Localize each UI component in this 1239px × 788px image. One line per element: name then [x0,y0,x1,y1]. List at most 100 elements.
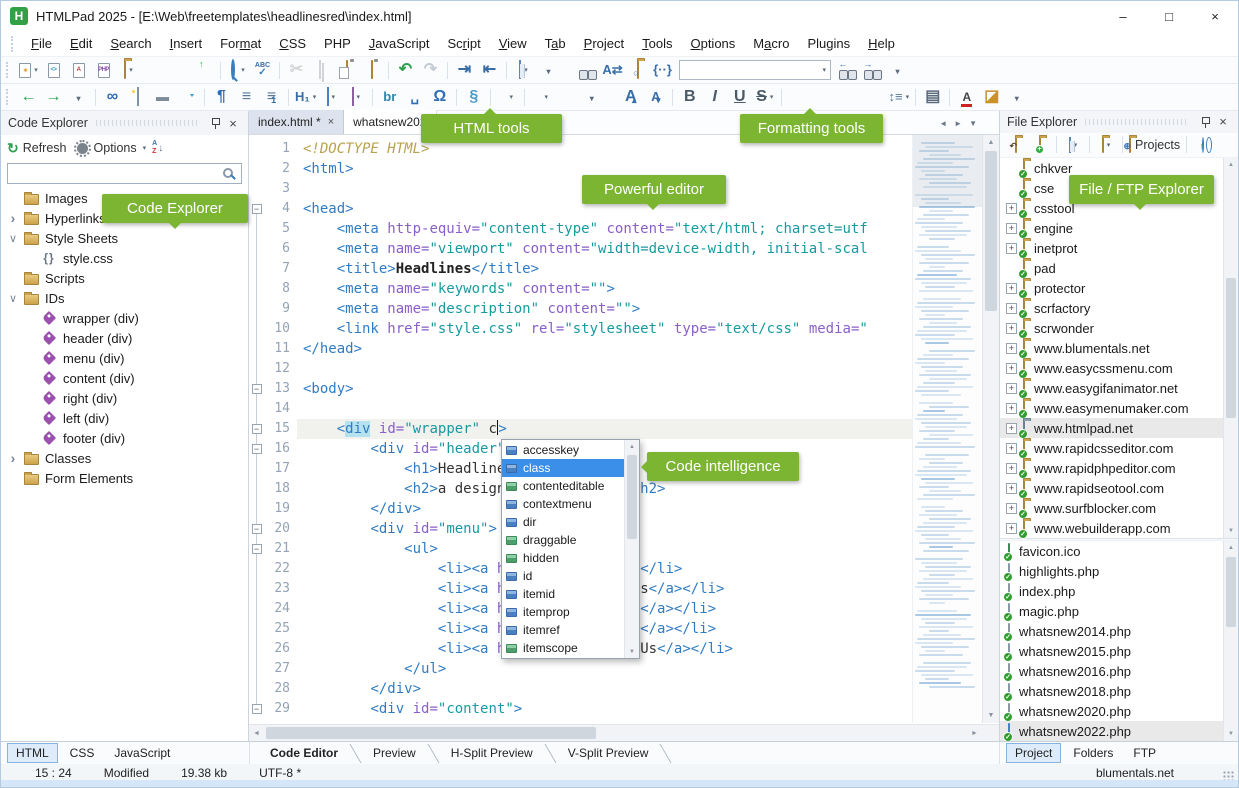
chevron-down-icon[interactable]: ∨ [5,292,21,305]
fold-column[interactable]: − [249,419,265,439]
find-in-files-button[interactable] [575,59,600,82]
font-color-button[interactable]: A [954,86,979,109]
navigate-forward-button[interactable]: → [41,86,66,109]
font-increase-button[interactable]: A▴ [618,86,643,109]
tree-item-left-div-[interactable]: left (div) [1,408,248,428]
folder-item-www.htmlpad.net[interactable]: +✓www.htmlpad.net [1000,418,1238,438]
new-html-button[interactable]: <> [41,59,66,82]
align-justify-button[interactable] [861,86,886,109]
folder-menu-button[interactable]: ▾ [1094,133,1118,156]
menu-tools[interactable]: Tools [633,33,681,54]
insert-nbsp-button[interactable]: ␣ [402,86,427,109]
tree-item-scripts[interactable]: Scripts [1,268,248,288]
file-item-whatsnew2022.php[interactable]: ✓whatsnew2022.php [1000,721,1238,741]
view-mode-button[interactable]: ▾ [1061,133,1085,156]
completion-item-itemprop[interactable]: itemprop [502,603,624,621]
refresh-button[interactable]: Refresh [23,141,67,155]
expand-plus-icon[interactable]: + [1006,483,1017,494]
folder-item-www.rapidphpeditor.com[interactable]: +✓www.rapidphpeditor.com [1000,458,1238,478]
completion-item-class[interactable]: class [502,459,624,477]
file-item-whatsnew2020.php[interactable]: ✓whatsnew2020.php [1000,701,1238,721]
redo-button[interactable]: ↷ [418,59,443,82]
fold-column[interactable]: − [249,539,265,559]
tree-item-right-div-[interactable]: right (div) [1,388,248,408]
clipboard-button[interactable] [359,59,384,82]
insert-hr-button[interactable]: ▬ [150,86,175,109]
popup-scroll-down-icon[interactable]: ▼ [625,645,639,658]
fold-collapse-icon[interactable]: − [252,444,262,454]
tree-item-ids[interactable]: ∨IDs [1,288,248,308]
view-tab-code-editor[interactable]: Code Editor [254,744,354,762]
menu-edit[interactable]: Edit [61,33,101,54]
tree-item-footer-div-[interactable]: footer (div) [1,428,248,448]
cut-button[interactable]: ✂ [284,59,309,82]
menu-format[interactable]: Format [211,33,270,54]
search-input[interactable] [13,167,222,181]
code-line[interactable]: −15 <div id="wrapper" c> [249,419,912,439]
folder-item-engine[interactable]: +✓engine [1000,218,1238,238]
code-line[interactable]: 3 [249,179,912,199]
code-line[interactable]: 6 <meta name="viewport" content="width=d… [249,239,912,259]
chevron-right-icon[interactable]: › [5,210,21,226]
tree-item-menu-div-[interactable]: menu (div) [1,348,248,368]
heading-button[interactable]: H₁▾ [293,86,318,109]
file-item-whatsnew2016.php[interactable]: ✓whatsnew2016.php [1000,661,1238,681]
code-line[interactable]: −29 <div id="content"> [249,699,912,719]
expand-plus-icon[interactable]: + [1006,243,1017,254]
view-tab-h-split-preview[interactable]: H-Split Preview [435,744,549,762]
align-right-button[interactable] [836,86,861,109]
new-document-button[interactable]: ∗▾ [16,59,41,82]
fold-collapse-icon[interactable]: − [252,424,262,434]
popup-scroll-up-icon[interactable]: ▲ [625,440,639,453]
code-line[interactable]: 8 <meta name="keywords" content=""> [249,279,912,299]
code-line[interactable]: 10 <link href="style.css" rel="styleshee… [249,319,912,339]
folder-item-www.webuilderapp.com[interactable]: +✓www.webuilderapp.com [1000,518,1238,538]
tree-item-form-elements[interactable]: Form Elements [1,468,248,488]
file-item-whatsnew2014.php[interactable]: ✓whatsnew2014.php [1000,621,1238,641]
copy-button[interactable] [309,59,334,82]
paragraph-marks-button[interactable]: ¶ [209,86,234,109]
insert-br-button[interactable]: br [377,86,402,109]
open-file-button[interactable]: ▾ [116,59,141,82]
explorer-tab-folders[interactable]: Folders [1065,744,1121,762]
expand-plus-icon[interactable]: + [1006,323,1017,334]
completion-item-accesskey[interactable]: accesskey [502,441,624,459]
insert-entity-button[interactable]: Ω [427,86,452,109]
folder-item-scrwonder[interactable]: +✓scrwonder [1000,318,1238,338]
new-folder-button[interactable]: ++ [1028,133,1052,156]
code-line[interactable]: 5 <meta http-equiv="content-type" conten… [249,219,912,239]
fold-column[interactable]: − [249,519,265,539]
pin-icon[interactable] [207,115,223,131]
expand-plus-icon[interactable]: + [1006,343,1017,354]
completion-item-contextmenu[interactable]: contextmenu [502,495,624,513]
find-in-folder-button[interactable]: ○ [625,59,650,82]
minimap[interactable] [912,135,982,723]
folder-item-scrfactory[interactable]: +✓scrfactory [1000,298,1238,318]
navigate-back-button[interactable]: ← [16,86,41,109]
insert-tag-button[interactable]: ▾ [495,86,520,109]
completion-item-contenteditable[interactable]: contenteditable [502,477,624,495]
scroll-down-icon[interactable]: ▼ [983,708,999,723]
folder-item-www.rapidcsseditor.com[interactable]: +✓www.rapidcsseditor.com [1000,438,1238,458]
expand-plus-icon[interactable]: + [1006,383,1017,394]
completion-item-draggable[interactable]: draggable [502,531,624,549]
tab-list-icon[interactable]: ▼ [969,119,977,128]
close-button[interactable]: × [1192,1,1238,31]
view-tab-preview[interactable]: Preview [357,744,432,762]
file-item-magic.php[interactable]: ✓magic.php [1000,601,1238,621]
menu-plugins[interactable]: Plugins [798,33,859,54]
explorer-tab-ftp[interactable]: FTP [1125,744,1164,762]
expand-plus-icon[interactable]: + [1006,403,1017,414]
maximize-button[interactable]: □ [1146,1,1192,31]
code-line[interactable]: 2<html> [249,159,912,179]
scroll-left-icon[interactable]: ◄ [249,725,264,741]
fold-column[interactable]: − [249,699,265,719]
publish-button[interactable]: ↑ [1191,133,1215,156]
minimize-button[interactable]: – [1100,1,1146,31]
code-line[interactable]: 27 </ul> [249,659,912,679]
fold-column[interactable]: − [249,439,265,459]
search-more-button[interactable]: ▾ [885,59,910,82]
expand-plus-icon[interactable]: + [1006,223,1017,234]
file-item-whatsnew2015.php[interactable]: ✓whatsnew2015.php [1000,641,1238,661]
expand-plus-icon[interactable]: + [1006,463,1017,474]
